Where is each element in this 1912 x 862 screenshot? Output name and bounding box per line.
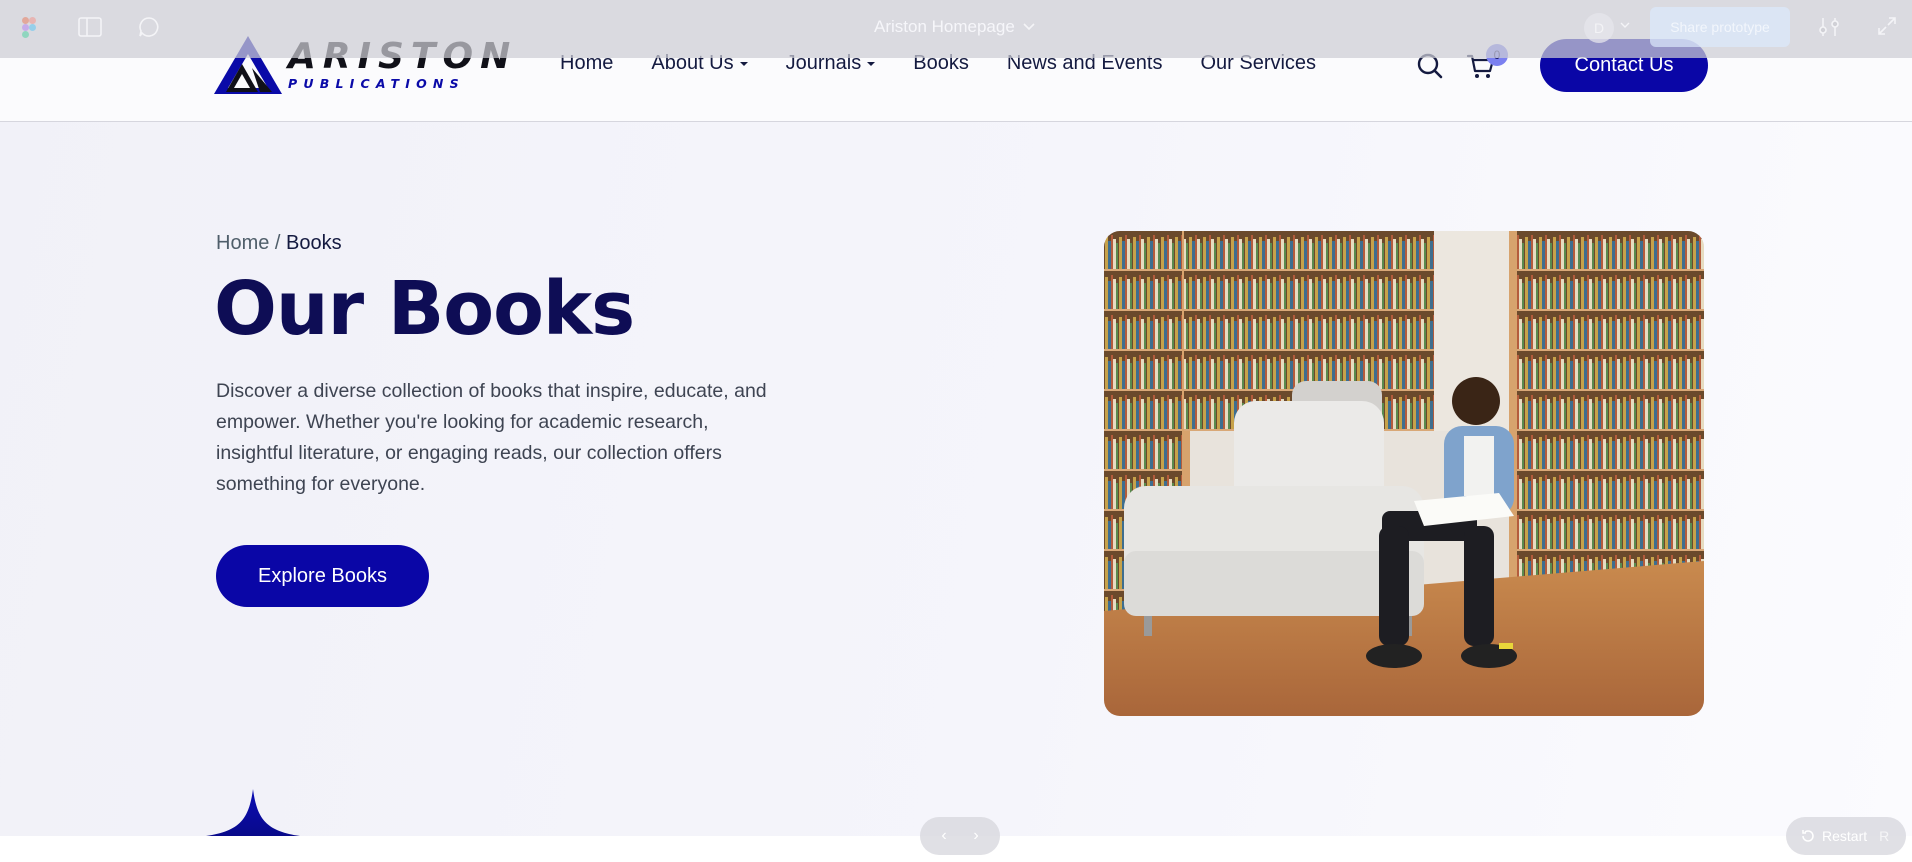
breadcrumb: Home / Books [216,232,342,255]
breadcrumb-current: Books [286,232,342,254]
restart-label: Restart [1822,828,1868,844]
file-title-label: Ariston Homepage [874,17,1015,36]
prototype-canvas: ARISTON PUBLICATIONS Home About Us Journ… [0,0,1912,836]
chevron-down-icon [1023,23,1035,31]
logo-subtitle: PUBLICATIONS [288,75,465,91]
user-avatar[interactable]: D [1584,13,1614,43]
chevron-right-icon[interactable]: › [973,827,978,845]
figma-logo-icon[interactable] [22,17,36,38]
breadcrumb-home[interactable]: Home [216,232,269,254]
intro-text: Discover a diverse collection of books t… [216,380,767,495]
caret-down-icon [867,61,876,66]
breadcrumb-separator: / [269,232,287,254]
expand-icon[interactable] [1878,17,1896,35]
restart-icon [1802,830,1814,842]
prototype-toolbar: Ariston Homepage D Share prototype [0,0,1912,58]
page-title: Our Books [214,266,635,352]
explore-books-button[interactable]: Explore Books [216,545,429,607]
comment-icon[interactable] [138,16,160,38]
restart-button[interactable]: Restart R [1786,817,1906,855]
share-prototype-button[interactable]: Share prototype [1650,7,1790,47]
restart-shortcut-key: R [1879,828,1890,844]
caret-down-icon [739,61,748,66]
prototype-file-title[interactable]: Ariston Homepage [874,17,1035,37]
sparkle-decoration-icon [206,789,300,836]
chevron-down-icon[interactable] [1620,22,1630,29]
prototype-pager: ‹ › [920,817,1000,855]
settings-sliders-icon[interactable] [1818,16,1840,38]
chevron-left-icon[interactable]: ‹ [941,827,946,845]
hero-library-photo [1104,231,1704,716]
sidebar-toggle-icon[interactable] [78,17,102,37]
